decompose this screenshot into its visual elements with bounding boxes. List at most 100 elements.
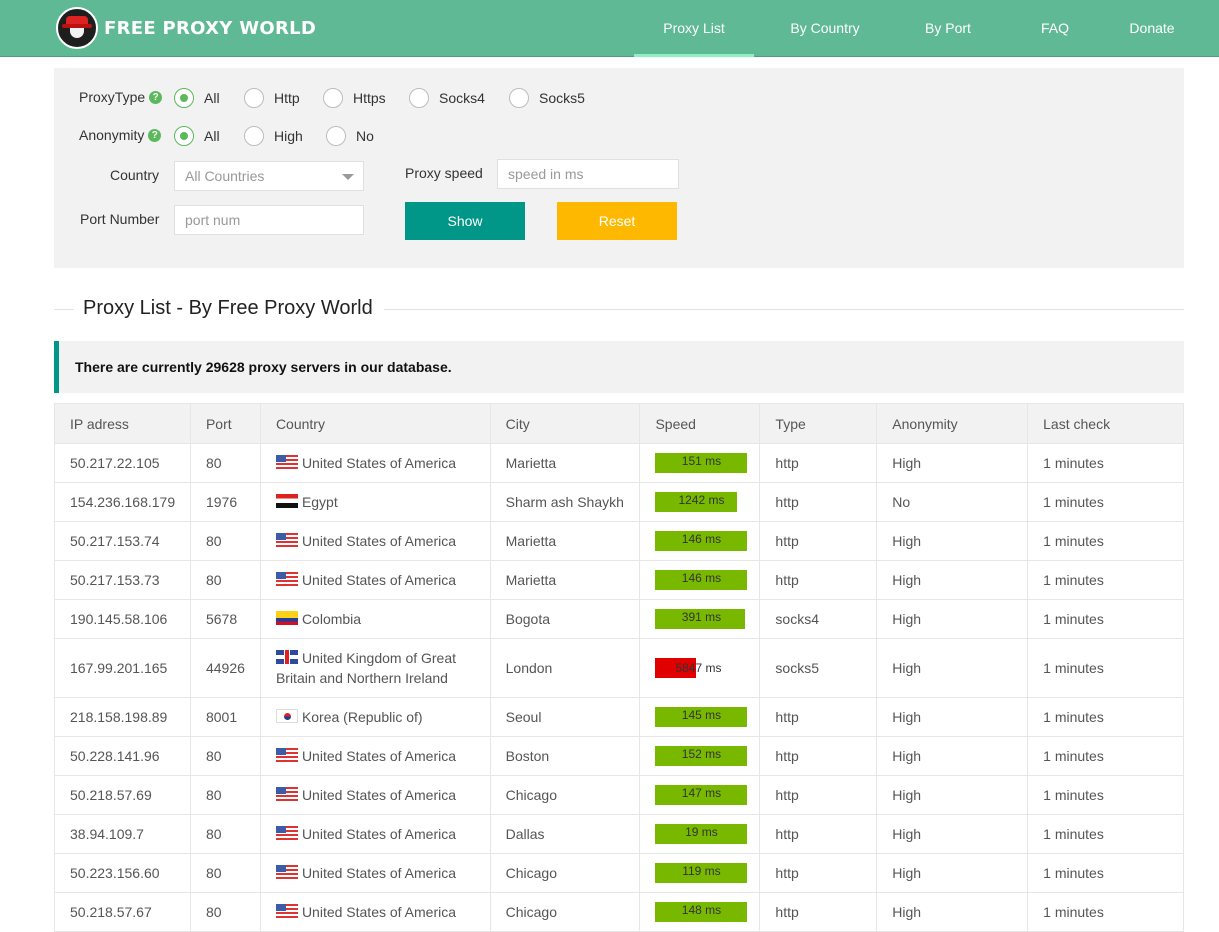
nav-faq[interactable]: FAQ [1030,0,1080,57]
table-row: 50.217.22.105 80 United States of America M… [54,443,1184,483]
country-name[interactable]: Colombia [302,611,361,627]
radio-type-http[interactable]: Http [244,88,300,108]
cell-country[interactable]: United States of America [259,892,491,932]
cell-ip[interactable]: 190.145.58.106 [54,599,191,639]
country-name[interactable]: United States of America [302,787,456,803]
speed-field[interactable] [497,159,679,189]
cell-country[interactable]: Colombia [259,599,491,639]
country-select[interactable]: All Countries [174,161,364,191]
country-name[interactable]: United States of America [302,455,456,471]
cell-city: Marietta [489,443,641,483]
cell-type: http [759,892,878,932]
cell-last-check: 1 minutes [1027,814,1184,854]
cell-ip[interactable]: 218.158.198.89 [54,697,191,737]
cell-ip[interactable]: 50.217.153.73 [54,560,191,600]
cell-ip[interactable]: 50.217.153.74 [54,521,191,561]
cell-country[interactable]: United States of America [259,521,491,561]
proxy-table: IP adress Port Country City Speed Type A… [54,403,1184,932]
port-field[interactable] [174,205,364,235]
help-icon[interactable]: ? [149,91,163,104]
speed-bar: 146 ms [655,531,748,551]
cell-port: 44926 [189,638,261,698]
country-name[interactable]: Korea (Republic of) [302,709,423,725]
radio-circle[interactable] [174,88,194,108]
radio-circle[interactable] [174,126,194,146]
radio-type-socks4[interactable]: Socks4 [409,88,485,108]
cell-speed: 119 ms [639,853,761,893]
table-row: 154.236.168.179 1976 Egypt Sharm ash Shaykh… [54,482,1184,522]
cell-ip[interactable]: 167.99.201.165 [54,638,191,698]
cell-country[interactable]: United States of America [259,853,491,893]
cell-anonymity: No [876,482,1029,522]
cell-country[interactable]: United States of America [259,736,491,776]
chevron-down-icon [342,174,354,180]
cell-ip[interactable]: 38.94.109.7 [54,814,191,854]
cell-last-check: 1 minutes [1027,482,1184,522]
country-name[interactable]: United States of America [302,748,456,764]
egypt-flag-icon [275,494,298,508]
radio-anon-high[interactable]: High [244,126,303,146]
cell-speed: 145 ms [639,697,761,737]
site-logo[interactable]: FREE PROXY WORLD [56,7,316,49]
radio-circle[interactable] [326,126,346,146]
country-name[interactable]: United States of America [302,865,456,881]
cell-ip[interactable]: 50.217.22.105 [54,443,191,483]
proxy-count-notice: There are currently 29628 proxy servers … [54,341,1184,393]
country-name[interactable]: Egypt [302,494,338,510]
cell-ip[interactable]: 50.228.141.96 [54,736,191,776]
nav-by-country[interactable]: By Country [770,0,880,57]
cell-country[interactable]: United States of America [259,814,491,854]
table-row: 50.218.57.67 80 United States of America Ch… [54,892,1184,932]
col-header-type: Type [759,403,878,444]
anonymity-label-text: Anonymity [79,127,145,143]
radio-circle[interactable] [244,126,264,146]
cell-city: Marietta [489,521,641,561]
radio-circle[interactable] [323,88,343,108]
nav-donate[interactable]: Donate [1122,0,1182,57]
radio-circle[interactable] [244,88,264,108]
country-name[interactable]: United States of America [302,533,456,549]
speed-value: 5847 ms [675,661,722,675]
cell-type: http [759,853,878,893]
cell-port: 80 [189,443,261,483]
country-name[interactable]: United States of America [302,904,456,920]
country-name[interactable]: United States of America [302,826,456,842]
radio-type-socks5[interactable]: Socks5 [509,88,585,108]
cell-country[interactable]: United States of America [259,775,491,815]
speed-input[interactable] [508,161,678,187]
cell-ip[interactable]: 50.218.57.69 [54,775,191,815]
cell-country[interactable]: Korea (Republic of) [259,697,491,737]
country-name[interactable]: United States of America [302,572,456,588]
cell-country[interactable]: United States of America [259,560,491,600]
table-row: 50.218.57.69 80 United States of America Ch… [54,775,1184,815]
help-icon[interactable]: ? [148,129,162,142]
table-row: 218.158.198.89 8001 Korea (Republic of) Seo… [54,697,1184,737]
radio-type-https[interactable]: Https [323,88,386,108]
table-row: 190.145.58.106 5678 Colombia Bogota 391 ms so… [54,599,1184,639]
cell-city: Chicago [489,892,641,932]
speed-bar: 146 ms [655,570,748,590]
show-button[interactable]: Show [405,202,525,240]
radio-anon-no[interactable]: No [326,126,374,146]
cell-country[interactable]: Egypt [259,482,491,522]
us-flag-icon [275,787,298,801]
spy-logo-icon [56,7,98,49]
radio-label: All [204,128,220,144]
us-flag-icon [275,455,298,469]
radio-anon-all[interactable]: All [174,126,220,146]
cell-anonymity: High [876,599,1029,639]
port-input[interactable] [185,207,363,233]
reset-button[interactable]: Reset [557,202,677,240]
cell-ip[interactable]: 50.218.57.67 [54,892,191,932]
cell-country[interactable]: United Kingdom of Great Britain and Nort… [259,638,491,698]
country-name[interactable]: United Kingdom of Great Britain and Nort… [276,650,456,686]
cell-ip[interactable]: 154.236.168.179 [54,482,191,522]
nav-proxy-list[interactable]: Proxy List [634,0,754,57]
radio-circle[interactable] [409,88,429,108]
cell-country[interactable]: United States of America [259,443,491,483]
radio-circle[interactable] [509,88,529,108]
nav-by-port[interactable]: By Port [908,0,988,57]
main-nav: Proxy List By Country By Port FAQ Donate [634,0,1182,57]
radio-type-all[interactable]: All [174,88,220,108]
cell-ip[interactable]: 50.223.156.60 [54,853,191,893]
